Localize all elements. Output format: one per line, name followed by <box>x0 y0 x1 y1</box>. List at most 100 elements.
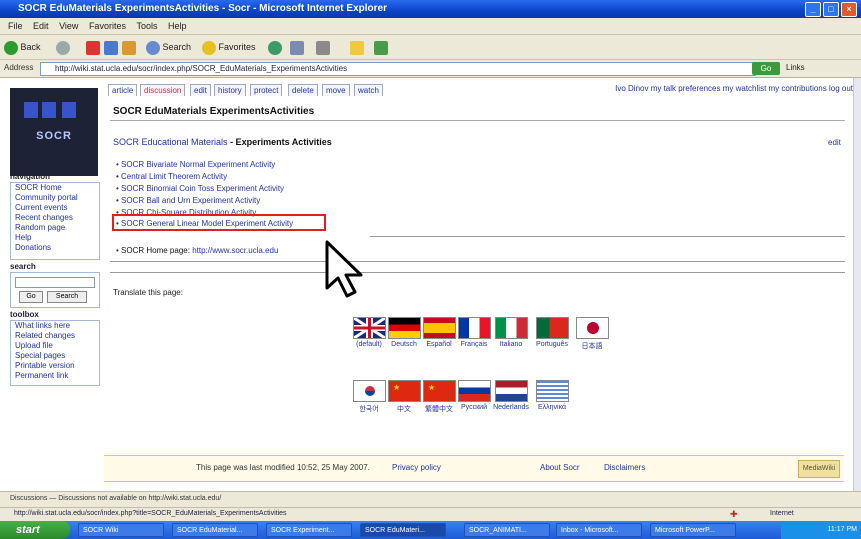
uk-flag-icon[interactable] <box>353 317 386 339</box>
activity-link[interactable]: SOCR Binomial Coin Toss Experiment Activ… <box>116 184 284 193</box>
portugal-flag-icon[interactable] <box>536 317 569 339</box>
close-button[interactable]: × <box>841 2 857 17</box>
toolbox-item[interactable]: Upload file <box>11 341 99 351</box>
language-link[interactable]: Español <box>419 341 459 348</box>
spain-flag-icon[interactable] <box>423 317 456 339</box>
print-button[interactable] <box>316 39 330 55</box>
disclaimers-link[interactable]: Disclaimers <box>604 463 645 472</box>
history-button[interactable] <box>268 39 282 55</box>
toolbox-item[interactable]: Special pages <box>11 351 99 361</box>
germany-flag-icon[interactable] <box>388 317 421 339</box>
minimize-button[interactable]: _ <box>805 2 821 17</box>
tab-protect[interactable]: protect <box>250 84 283 96</box>
favorites-button[interactable]: Favorites <box>202 39 256 55</box>
activity-link[interactable]: SOCR Bivariate Normal Experiment Activit… <box>116 160 275 169</box>
netherlands-flag-icon[interactable] <box>495 380 528 402</box>
address-label: Address <box>4 63 34 72</box>
taskbar-item[interactable]: SOCR Wiki <box>78 523 164 537</box>
tab-history[interactable]: history <box>214 84 246 96</box>
italy-flag-icon[interactable] <box>495 317 528 339</box>
tab-article[interactable]: article <box>108 84 138 96</box>
nav-item[interactable]: Donations <box>11 243 99 253</box>
mail-button[interactable] <box>290 39 304 55</box>
mediawiki-badge[interactable]: MediaWiki <box>798 460 840 478</box>
address-input[interactable]: http://wiki.stat.ucla.edu/socr/index.php… <box>40 62 756 76</box>
taskbar-item-active[interactable]: SOCR EduMateri... <box>360 523 446 537</box>
search-input[interactable] <box>15 277 95 288</box>
search-submit-button[interactable]: Search <box>47 291 87 303</box>
russia-flag-icon[interactable] <box>458 380 491 402</box>
tab-discussion[interactable]: discussion <box>140 84 186 96</box>
nav-item[interactable]: Random page <box>11 223 99 233</box>
language-link[interactable]: 日本語 <box>572 341 612 351</box>
tab-delete[interactable]: delete <box>288 84 318 96</box>
privacy-link[interactable]: Privacy policy <box>392 463 441 472</box>
forward-button[interactable] <box>56 39 70 55</box>
back-button[interactable]: Back <box>4 39 41 55</box>
messenger-button[interactable] <box>374 39 388 55</box>
france-flag-icon[interactable] <box>458 317 491 339</box>
activity-link[interactable]: SOCR Ball and Urn Experiment Activity <box>116 196 260 205</box>
toolbox-item[interactable]: Printable version <box>11 361 99 371</box>
menu-favorites[interactable]: Favorites <box>89 18 126 34</box>
japan-flag-icon[interactable] <box>576 317 609 339</box>
taskbar-item[interactable]: Microsoft PowerP... <box>650 523 736 537</box>
breadcrumb-link[interactable]: SOCR Educational Materials <box>113 137 228 147</box>
language-link[interactable]: Ελληνικά <box>532 404 572 411</box>
menu-help[interactable]: Help <box>168 18 187 34</box>
language-link[interactable]: Русский <box>454 404 494 411</box>
socr-logo[interactable]: SOCR <box>10 88 98 176</box>
toolbox-item[interactable]: Permanent link <box>11 371 99 381</box>
china-traditional-flag-icon[interactable]: ★ <box>423 380 456 402</box>
language-link[interactable]: Deutsch <box>384 341 424 348</box>
vertical-scrollbar[interactable] <box>853 78 861 491</box>
toolbox-item[interactable]: Related changes <box>11 331 99 341</box>
section-edit-link[interactable]: edit <box>828 138 841 147</box>
toolbox-item[interactable]: What links here <box>11 321 99 331</box>
breadcrumb: SOCR Educational Materials - Experiments… <box>113 137 332 147</box>
discussion-text[interactable]: Discussions — Discussions not available … <box>10 495 221 502</box>
korea-flag-icon[interactable] <box>353 380 386 402</box>
maximize-button[interactable]: □ <box>823 2 839 17</box>
menu-view[interactable]: View <box>59 18 78 34</box>
taskbar-item[interactable]: SOCR_ANIMATI... <box>464 523 550 537</box>
china-flag-icon[interactable]: ★ <box>388 380 421 402</box>
about-link[interactable]: About Socr <box>540 463 580 472</box>
start-button[interactable]: start <box>0 521 70 539</box>
language-link[interactable]: Italiano <box>491 341 531 348</box>
menu-edit[interactable]: Edit <box>33 18 49 34</box>
home-page-link[interactable]: http://www.socr.ucla.edu <box>192 246 278 255</box>
links-button[interactable]: Links <box>786 63 805 72</box>
taskbar-item[interactable]: SOCR Experiment... <box>266 523 352 537</box>
home-icon <box>122 40 136 55</box>
refresh-button[interactable] <box>104 39 118 55</box>
home-button[interactable] <box>122 39 136 55</box>
tab-move[interactable]: move <box>322 84 350 96</box>
taskbar-item[interactable]: Inbox - Microsoft... <box>556 523 642 537</box>
nav-item[interactable]: SOCR Home <box>11 183 99 193</box>
language-link[interactable]: Português <box>532 341 572 348</box>
tab-watch[interactable]: watch <box>354 84 383 96</box>
language-link[interactable]: Français <box>454 341 494 348</box>
greece-flag-icon[interactable] <box>536 380 569 402</box>
folder-button[interactable] <box>350 39 364 55</box>
personal-links[interactable]: Ivo Dinov my talk preferences my watchli… <box>615 84 853 93</box>
language-link[interactable]: (default) <box>349 341 389 348</box>
tab-edit[interactable]: edit <box>190 84 211 96</box>
search-button[interactable]: Search <box>146 39 191 55</box>
language-link[interactable]: 繁體中文 <box>419 404 459 414</box>
stop-button[interactable] <box>86 39 100 55</box>
search-go-button[interactable]: Go <box>19 291 43 303</box>
language-link[interactable]: 中文 <box>384 404 424 414</box>
activity-link[interactable]: Central Limit Theorem Activity <box>116 172 227 181</box>
nav-item[interactable]: Current events <box>11 203 99 213</box>
nav-item[interactable]: Community portal <box>11 193 99 203</box>
language-link[interactable]: Nederlands <box>491 404 531 411</box>
nav-item[interactable]: Recent changes <box>11 213 99 223</box>
taskbar-item[interactable]: SOCR EduMaterial... <box>172 523 258 537</box>
menu-file[interactable]: File <box>8 18 23 34</box>
menu-tools[interactable]: Tools <box>136 18 157 34</box>
language-link[interactable]: 한국어 <box>349 404 389 414</box>
nav-item[interactable]: Help <box>11 233 99 243</box>
go-button[interactable]: Go <box>752 62 780 75</box>
